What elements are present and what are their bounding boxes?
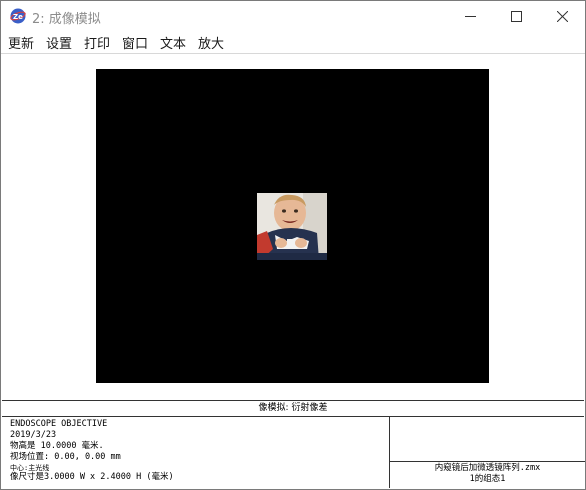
menu-update[interactable]: 更新 (8, 33, 34, 52)
menu-print[interactable]: 打印 (84, 33, 110, 52)
field-position: 视场位置: 0.00, 0.00 mm (10, 452, 121, 462)
window-title: 2: 成像模拟 (32, 12, 101, 27)
file-name: 内窥镜后加微透镜阵列.zmx (434, 463, 541, 473)
maximize-icon (511, 11, 522, 22)
menu-settings[interactable]: 设置 (46, 33, 72, 52)
info-panel-left: ENDOSCOPE OBJECTIVE 2019/3/23 物高是 10.000… (2, 416, 390, 488)
zemax-logo-icon: Ze (10, 8, 26, 24)
simulated-image (257, 193, 327, 260)
analysis-caption: 像模拟: 衍射像差 (2, 400, 584, 417)
info-panel-right-top (390, 416, 585, 462)
image-viewport (96, 69, 489, 383)
app-window: Ze 2: 成像模拟 更新 设置 打印 窗口 文本 放大 像模拟: 衍射像差 E… (0, 0, 586, 490)
title-bar[interactable]: Ze 2: 成像模拟 (1, 1, 585, 31)
menu-zoom[interactable]: 放大 (198, 33, 224, 52)
analysis-date: 2019/3/23 (10, 430, 57, 440)
image-size: 像尺寸是3.0000 W x 2.4000 H (毫米) (10, 472, 174, 482)
svg-text:Ze: Ze (13, 13, 23, 21)
maximize-button[interactable] (493, 1, 539, 31)
minimize-button[interactable] (447, 1, 493, 31)
configuration-label: 1的组态1 (469, 474, 506, 484)
close-button[interactable] (539, 1, 585, 31)
close-icon (557, 11, 568, 22)
object-height: 物高是 10.0000 毫米. (10, 441, 104, 451)
menu-bar: 更新 设置 打印 窗口 文本 放大 (1, 31, 585, 54)
info-panel-right-bottom: 内窥镜后加微透镜阵列.zmx 1的组态1 (390, 462, 585, 488)
plot-area (2, 54, 584, 400)
menu-window[interactable]: 窗口 (122, 33, 148, 52)
lens-title: ENDOSCOPE OBJECTIVE (10, 419, 108, 429)
minimize-icon (465, 16, 476, 17)
menu-text[interactable]: 文本 (160, 33, 186, 52)
